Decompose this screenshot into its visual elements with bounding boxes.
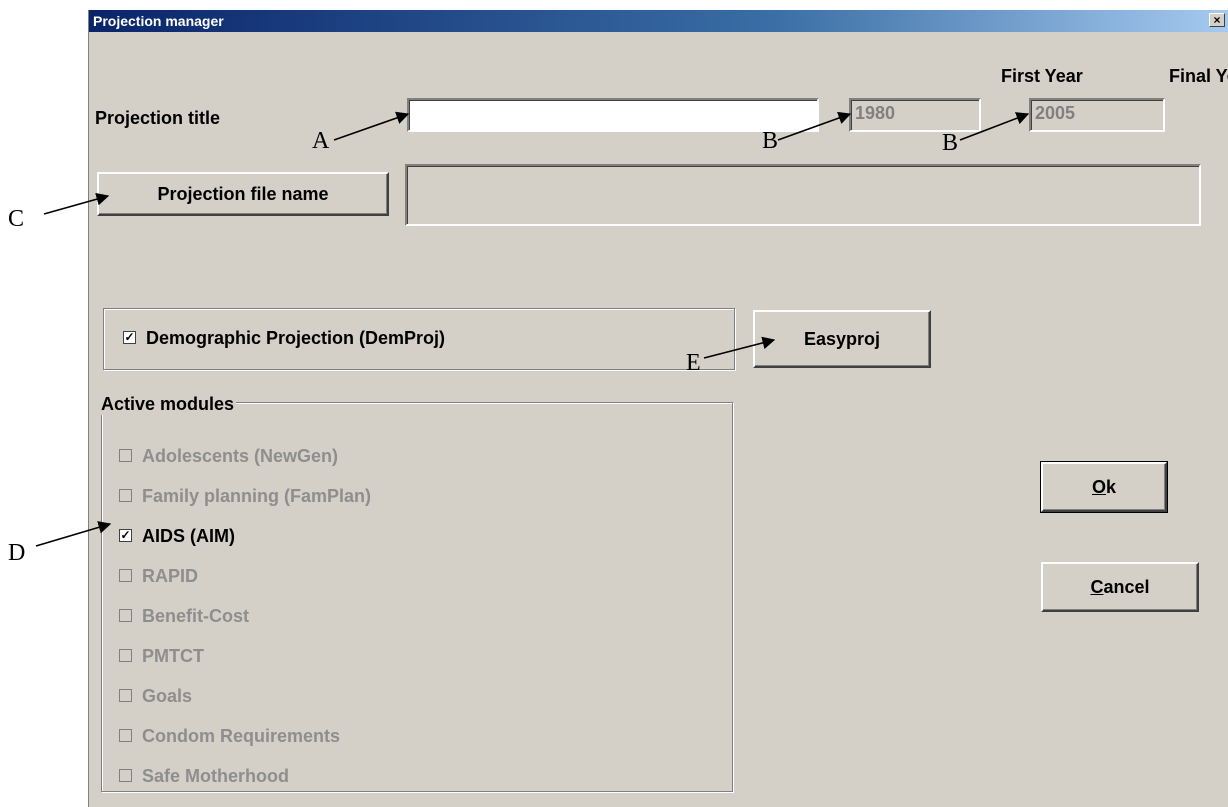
- arrow-e: [703, 336, 776, 359]
- arrow-d: [35, 521, 112, 547]
- arrow-b-first: [777, 111, 852, 141]
- arrow-c: [43, 192, 110, 215]
- arrow-a: [333, 111, 410, 141]
- annotation-arrows: [35, 111, 1030, 547]
- arrow-b-final: [959, 112, 1030, 141]
